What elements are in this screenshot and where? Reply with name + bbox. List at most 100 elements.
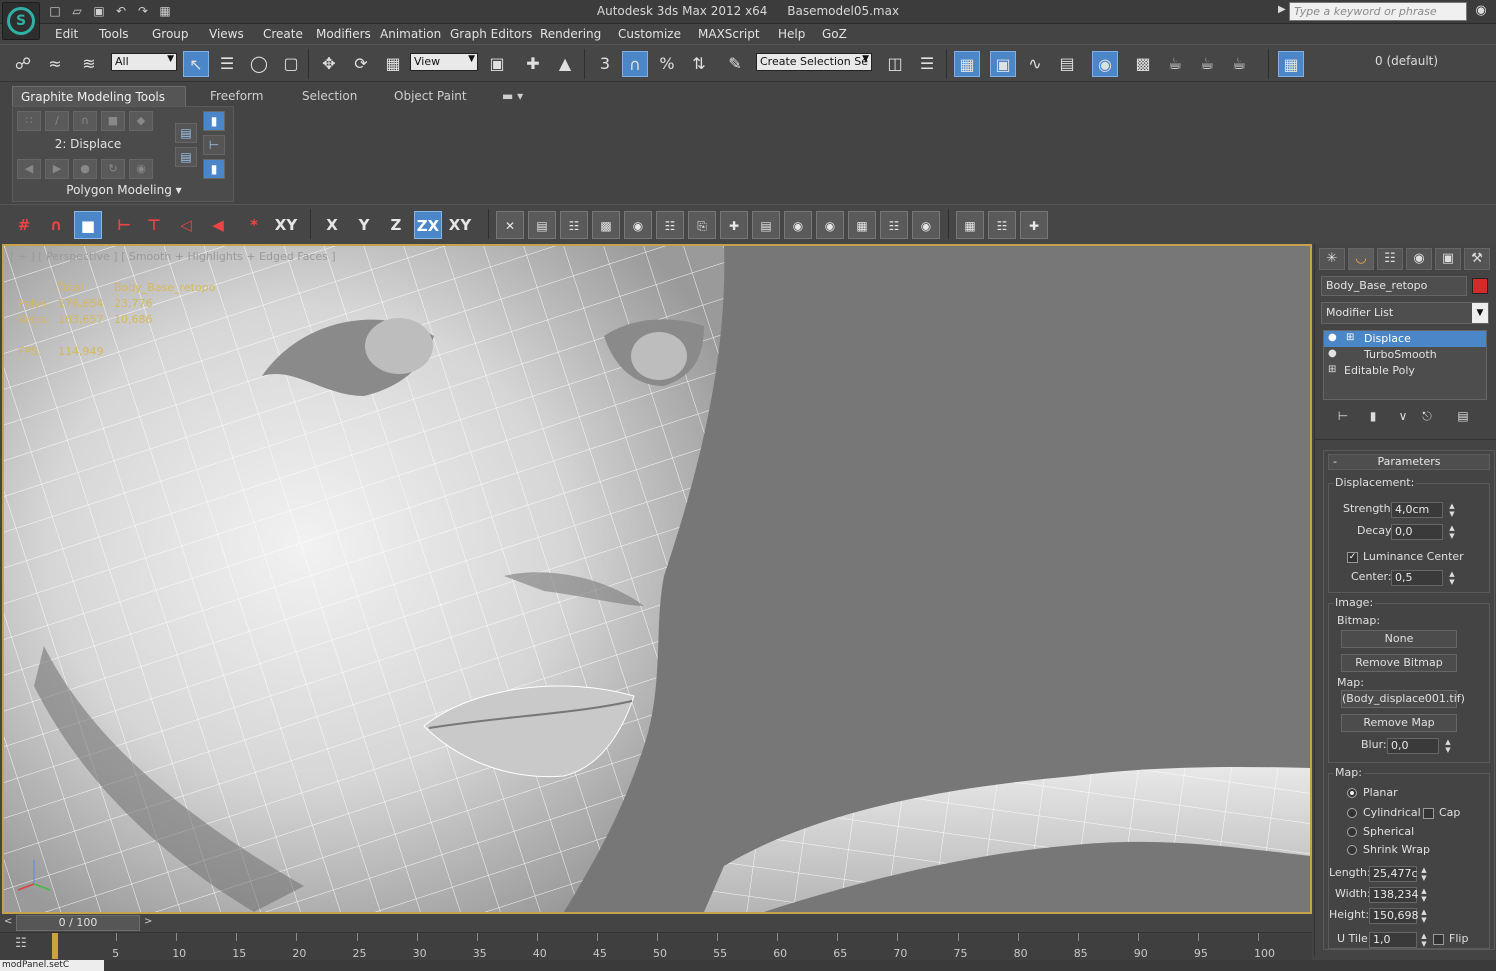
reference-coordinate-dropdown[interactable]: View ▼	[410, 53, 478, 71]
unlink-icon[interactable]: ≈	[42, 51, 68, 77]
keyboard-shortcut-icon[interactable]: ▲	[552, 51, 578, 77]
collapse-stack-icon[interactable]: ▤	[175, 123, 197, 143]
width-spinner[interactable]: 138,234	[1369, 887, 1419, 903]
height-spinner-arrows[interactable]: ▲ ▼	[1419, 908, 1429, 924]
modifier-tool-9-icon[interactable]: ▤	[752, 211, 780, 239]
menu-create[interactable]: Create	[263, 27, 303, 41]
viewport-label[interactable]: [ + ] [ Perspective ] [ Smooth + Highlig…	[10, 250, 336, 263]
pin-stack-icon[interactable]: ⊢	[1333, 406, 1353, 426]
show-end-result-icon[interactable]: ▮	[1363, 406, 1383, 426]
named-selection-dropdown[interactable]: Create Selection Se ▼	[756, 53, 872, 71]
modifier-tool-10-icon[interactable]: ◉	[784, 211, 812, 239]
menu-help[interactable]: Help	[778, 27, 805, 41]
rotate-icon[interactable]: ⟳	[348, 51, 374, 77]
menu-rendering[interactable]: Rendering	[540, 27, 601, 41]
expand-plus-icon[interactable]: ⊞	[1328, 364, 1336, 375]
next-frame-icon[interactable]: >	[144, 916, 152, 927]
decay-spinner-arrows[interactable]: ▲ ▼	[1447, 524, 1457, 540]
schematic-view-icon[interactable]: ▤	[1054, 51, 1080, 77]
move-icon[interactable]: ✥	[316, 51, 342, 77]
cap-checkbox[interactable]	[1423, 808, 1434, 819]
render-iterative-icon[interactable]: ☕	[1226, 51, 1252, 77]
bitmap-none-button[interactable]: None	[1341, 630, 1457, 648]
rendered-frame-icon[interactable]: ☕	[1162, 51, 1188, 77]
render-production-icon[interactable]: ☕	[1194, 51, 1220, 77]
scale-icon[interactable]: ▦	[380, 51, 406, 77]
length-spinner[interactable]: 25,477c	[1369, 866, 1418, 882]
application-button[interactable]: S	[2, 2, 40, 40]
search-input[interactable]: Type a keyword or phrase	[1289, 2, 1467, 21]
show-cage-icon[interactable]: ◉	[129, 159, 153, 179]
menu-goz[interactable]: GoZ	[822, 27, 847, 41]
constrain-x-button[interactable]: X	[318, 211, 346, 239]
stack-item-turbosmooth[interactable]: ● TurboSmooth	[1324, 347, 1486, 363]
manage-layers-icon[interactable]: ▦	[1278, 51, 1304, 77]
previous-frame-icon[interactable]: <	[4, 916, 12, 927]
snap-xy-icon[interactable]: XY	[272, 211, 300, 239]
selection-region-icon[interactable]: ◯	[246, 51, 272, 77]
modifier-tool-5-icon[interactable]: ◉	[624, 211, 652, 239]
menu-maxscript[interactable]: MAXScript	[698, 27, 760, 41]
snap-endpoint-icon[interactable]: ⊢	[110, 211, 138, 239]
snap-face-icon[interactable]: ◀	[204, 211, 232, 239]
perspective-viewport[interactable]: [ + ] [ Perspective ] [ Smooth + Highlig…	[2, 244, 1312, 914]
u-tile-spinner[interactable]: 1,0	[1369, 932, 1417, 948]
curve-editor-mini-icon[interactable]: ☷	[10, 936, 32, 958]
maxscript-listener-field[interactable]: modPanel.setC	[0, 960, 104, 971]
menu-animation[interactable]: Animation	[380, 27, 441, 41]
length-spinner-arrows[interactable]: ▲ ▼	[1419, 866, 1429, 882]
blur-spinner[interactable]: 0,0	[1387, 738, 1439, 754]
modify-tab-icon[interactable]: ◡	[1348, 248, 1374, 270]
angle-snap-icon[interactable]: ∩	[622, 51, 648, 77]
remove-modifier-icon[interactable]: ⎋	[1417, 406, 1437, 426]
u-tile-spinner-arrows[interactable]: ▲ ▼	[1419, 932, 1429, 948]
constrain-zx-button[interactable]: ZX	[414, 211, 442, 239]
modifier-tool-7-icon[interactable]: ⎘	[688, 211, 716, 239]
modifier-tool-11-icon[interactable]: ◉	[816, 211, 844, 239]
snap-pivot-icon[interactable]: ∩	[42, 211, 70, 239]
search-expand-icon[interactable]: ▶	[1278, 4, 1286, 15]
menu-edit[interactable]: Edit	[55, 27, 78, 41]
pivot-center-icon[interactable]: ▣	[484, 51, 510, 77]
graphite-toggle-icon[interactable]: ▣	[990, 51, 1016, 77]
width-spinner-arrows[interactable]: ▲ ▼	[1419, 887, 1429, 903]
blur-spinner-arrows[interactable]: ▲ ▼	[1443, 738, 1453, 754]
shrink-wrap-radio[interactable]	[1347, 845, 1357, 855]
map-file-button[interactable]: (Body_displace001.tif)	[1341, 690, 1465, 708]
parameters-rollout-header[interactable]: - Parameters	[1328, 454, 1490, 470]
select-object-icon[interactable]: ↖	[183, 51, 209, 77]
hierarchy-tab-icon[interactable]: ☷	[1377, 248, 1403, 270]
snap-edge-icon[interactable]: ◁	[172, 211, 200, 239]
constrain-y-button[interactable]: Y	[350, 211, 378, 239]
modifier-tool-4-icon[interactable]: ▩	[592, 211, 620, 239]
stack-item-editable-poly[interactable]: ⊞ Editable Poly	[1324, 363, 1486, 379]
use-displacement-icon[interactable]: ▤	[175, 147, 197, 167]
stack-item-displace[interactable]: ● ⊞ Displace	[1324, 331, 1486, 347]
polygon-level-icon[interactable]: ■	[101, 111, 125, 131]
constrain-z-button[interactable]: Z	[382, 211, 410, 239]
previous-modifier-icon[interactable]: ◀	[17, 159, 41, 179]
show-end-result-icon[interactable]: ▮	[203, 111, 225, 131]
remove-map-button[interactable]: Remove Map	[1341, 714, 1457, 732]
select-manipulate-icon[interactable]: ✚	[520, 51, 546, 77]
snap-toggle-icon[interactable]: 3	[592, 51, 618, 77]
create-tab-icon[interactable]: ✳	[1319, 248, 1345, 270]
current-frame-marker[interactable]	[52, 933, 58, 959]
expand-plus-icon[interactable]: ⊞	[1346, 332, 1354, 343]
edit-named-selection-icon[interactable]: ✎	[722, 51, 748, 77]
height-spinner[interactable]: 150,698	[1369, 908, 1419, 924]
configure-modifier-sets-icon[interactable]: ▤	[1453, 406, 1473, 426]
modifier-list-dropdown[interactable]: Modifier List ▼	[1321, 302, 1489, 324]
time-slider-thumb[interactable]: 0 / 100	[16, 915, 140, 931]
edge-level-icon[interactable]: ∕	[45, 111, 69, 131]
remove-bitmap-button[interactable]: Remove Bitmap	[1341, 654, 1457, 672]
track-bar[interactable]: ☷ 5 10 15 20 25 30 35 40 45 50 55 60 65 70 75 80 85 90 95 1…	[0, 932, 1312, 960]
link-icon[interactable]: ☍	[10, 51, 36, 77]
vertex-level-icon[interactable]: ∷	[17, 111, 41, 131]
menu-modifiers[interactable]: Modifiers	[316, 27, 371, 41]
modifier-tool-1-icon[interactable]: ✕	[496, 211, 524, 239]
menu-tools[interactable]: Tools	[99, 27, 129, 41]
lightbulb-icon[interactable]: ●	[1328, 348, 1337, 359]
repeat-last-icon[interactable]: ↻	[101, 159, 125, 179]
mirror-icon[interactable]: ◫	[882, 51, 908, 77]
